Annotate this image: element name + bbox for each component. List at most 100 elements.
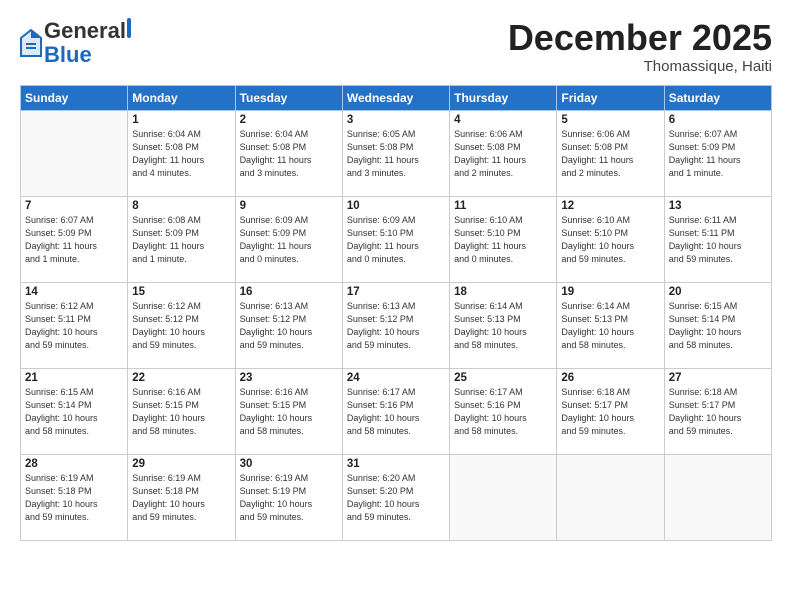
day-info-line: Sunset: 5:08 PM: [561, 141, 659, 154]
day-info-line: and 0 minutes.: [454, 253, 552, 266]
day-info-line: Sunset: 5:17 PM: [561, 399, 659, 412]
day-info-line: and 59 minutes.: [561, 253, 659, 266]
calendar-day-cell: 21Sunrise: 6:15 AMSunset: 5:14 PMDayligh…: [21, 368, 128, 454]
day-info-line: Daylight: 10 hours: [561, 326, 659, 339]
day-info-line: Sunrise: 6:06 AM: [454, 128, 552, 141]
day-number: 21: [25, 372, 123, 384]
day-info-line: Daylight: 11 hours: [454, 154, 552, 167]
day-info-line: and 3 minutes.: [347, 167, 445, 180]
day-number: 10: [347, 200, 445, 212]
day-info-line: Daylight: 11 hours: [669, 154, 767, 167]
calendar-day-cell: 28Sunrise: 6:19 AMSunset: 5:18 PMDayligh…: [21, 454, 128, 540]
day-number: 2: [240, 114, 338, 126]
day-number: 25: [454, 372, 552, 384]
day-info-line: and 59 minutes.: [240, 511, 338, 524]
day-info-line: and 59 minutes.: [240, 339, 338, 352]
day-number: 23: [240, 372, 338, 384]
calendar-week-row: 28 Sunrise: 6:19 AM Sunset: 5:18 PM Dayligh…: [21, 454, 772, 540]
day-info-line: Sunset: 5:18 PM: [25, 485, 123, 498]
day-info-line: Sunrise: 6:07 AM: [25, 214, 123, 227]
day-info-line: Daylight: 10 hours: [132, 326, 230, 339]
day-info-line: Daylight: 11 hours: [454, 240, 552, 253]
calendar-day-cell: [557, 454, 664, 540]
day-info-line: Sunrise: 6:17 AM: [347, 386, 445, 399]
day-info-line: and 59 minutes.: [25, 511, 123, 524]
day-of-week-header: Saturday: [664, 85, 771, 110]
calendar-day-cell: 23Sunrise: 6:16 AMSunset: 5:15 PMDayligh…: [235, 368, 342, 454]
calendar-day-cell: 4Sunrise: 6:06 AMSunset: 5:08 PMDaylight…: [450, 110, 557, 196]
day-info-line: Daylight: 10 hours: [669, 412, 767, 425]
day-number: 26: [561, 372, 659, 384]
day-number: 24: [347, 372, 445, 384]
day-info-line: Sunset: 5:13 PM: [561, 313, 659, 326]
day-info-line: Daylight: 10 hours: [669, 326, 767, 339]
day-info-line: Daylight: 10 hours: [347, 412, 445, 425]
day-info-line: Sunrise: 6:04 AM: [132, 128, 230, 141]
month-title: December 2025: [508, 18, 772, 58]
day-info-line: and 1 minute.: [25, 253, 123, 266]
day-info-line: Sunrise: 6:08 AM: [132, 214, 230, 227]
day-info-line: Daylight: 11 hours: [240, 240, 338, 253]
calendar-day-cell: 16Sunrise: 6:13 AMSunset: 5:12 PMDayligh…: [235, 282, 342, 368]
day-number: 30: [240, 458, 338, 470]
day-info-line: and 58 minutes.: [454, 339, 552, 352]
day-info-line: Sunrise: 6:17 AM: [454, 386, 552, 399]
day-info-line: Daylight: 11 hours: [347, 240, 445, 253]
day-info-line: Sunrise: 6:19 AM: [240, 472, 338, 485]
day-number: 13: [669, 200, 767, 212]
day-info-line: and 59 minutes.: [669, 425, 767, 438]
page: General Blue December 2025 Thomassique, …: [0, 0, 792, 612]
calendar-day-cell: 29Sunrise: 6:19 AMSunset: 5:18 PMDayligh…: [128, 454, 235, 540]
day-info-line: Sunrise: 6:11 AM: [669, 214, 767, 227]
day-number: 17: [347, 286, 445, 298]
day-info-line: Sunset: 5:12 PM: [240, 313, 338, 326]
day-number: 3: [347, 114, 445, 126]
calendar-day-cell: 10Sunrise: 6:09 AMSunset: 5:10 PMDayligh…: [342, 196, 449, 282]
day-info-line: Sunrise: 6:14 AM: [454, 300, 552, 313]
day-info-line: Sunset: 5:16 PM: [347, 399, 445, 412]
day-info-line: Sunset: 5:08 PM: [132, 141, 230, 154]
day-info-line: Sunrise: 6:16 AM: [132, 386, 230, 399]
day-info-line: and 1 minute.: [669, 167, 767, 180]
day-of-week-header: Monday: [128, 85, 235, 110]
calendar-week-row: 21Sunrise: 6:15 AMSunset: 5:14 PMDayligh…: [21, 368, 772, 454]
day-number: 29: [132, 458, 230, 470]
day-info-line: and 58 minutes.: [132, 425, 230, 438]
calendar-week-row: 14Sunrise: 6:12 AMSunset: 5:11 PMDayligh…: [21, 282, 772, 368]
day-info-line: Sunrise: 6:15 AM: [669, 300, 767, 313]
day-number: 31: [347, 458, 445, 470]
day-info-line: Sunrise: 6:12 AM: [25, 300, 123, 313]
day-number: 1: [132, 114, 230, 126]
day-number: 5: [561, 114, 659, 126]
calendar-day-cell: 5Sunrise: 6:06 AMSunset: 5:08 PMDaylight…: [557, 110, 664, 196]
day-info-line: and 59 minutes.: [347, 511, 445, 524]
day-number: 27: [669, 372, 767, 384]
day-info-line: Sunset: 5:12 PM: [132, 313, 230, 326]
calendar-day-cell: 3Sunrise: 6:05 AMSunset: 5:08 PMDaylight…: [342, 110, 449, 196]
day-info-line: and 59 minutes.: [25, 339, 123, 352]
day-info-line: Sunrise: 6:20 AM: [347, 472, 445, 485]
day-info-line: Sunset: 5:14 PM: [25, 399, 123, 412]
day-number: 6: [669, 114, 767, 126]
day-info-line: Daylight: 10 hours: [240, 498, 338, 511]
calendar-day-cell: 14Sunrise: 6:12 AMSunset: 5:11 PMDayligh…: [21, 282, 128, 368]
day-info-line: Daylight: 10 hours: [347, 498, 445, 511]
day-info-line: and 58 minutes.: [561, 339, 659, 352]
day-info-line: Daylight: 10 hours: [454, 412, 552, 425]
calendar-day-cell: 20Sunrise: 6:15 AMSunset: 5:14 PMDayligh…: [664, 282, 771, 368]
day-info-line: Daylight: 10 hours: [669, 240, 767, 253]
logo: General Blue: [20, 18, 132, 67]
calendar-day-cell: 6Sunrise: 6:07 AMSunset: 5:09 PMDaylight…: [664, 110, 771, 196]
day-info-line: Sunset: 5:08 PM: [454, 141, 552, 154]
day-number: 28: [25, 458, 123, 470]
day-info-line: Daylight: 10 hours: [240, 412, 338, 425]
day-info-line: and 59 minutes.: [132, 511, 230, 524]
day-info-line: Sunrise: 6:16 AM: [240, 386, 338, 399]
day-number: 11: [454, 200, 552, 212]
calendar-day-cell: [450, 454, 557, 540]
day-info-line: and 58 minutes.: [240, 425, 338, 438]
calendar-day-cell: 27Sunrise: 6:18 AMSunset: 5:17 PMDayligh…: [664, 368, 771, 454]
day-of-week-header: Friday: [557, 85, 664, 110]
day-info-line: Sunset: 5:10 PM: [347, 227, 445, 240]
calendar-day-cell: 11Sunrise: 6:10 AMSunset: 5:10 PMDayligh…: [450, 196, 557, 282]
